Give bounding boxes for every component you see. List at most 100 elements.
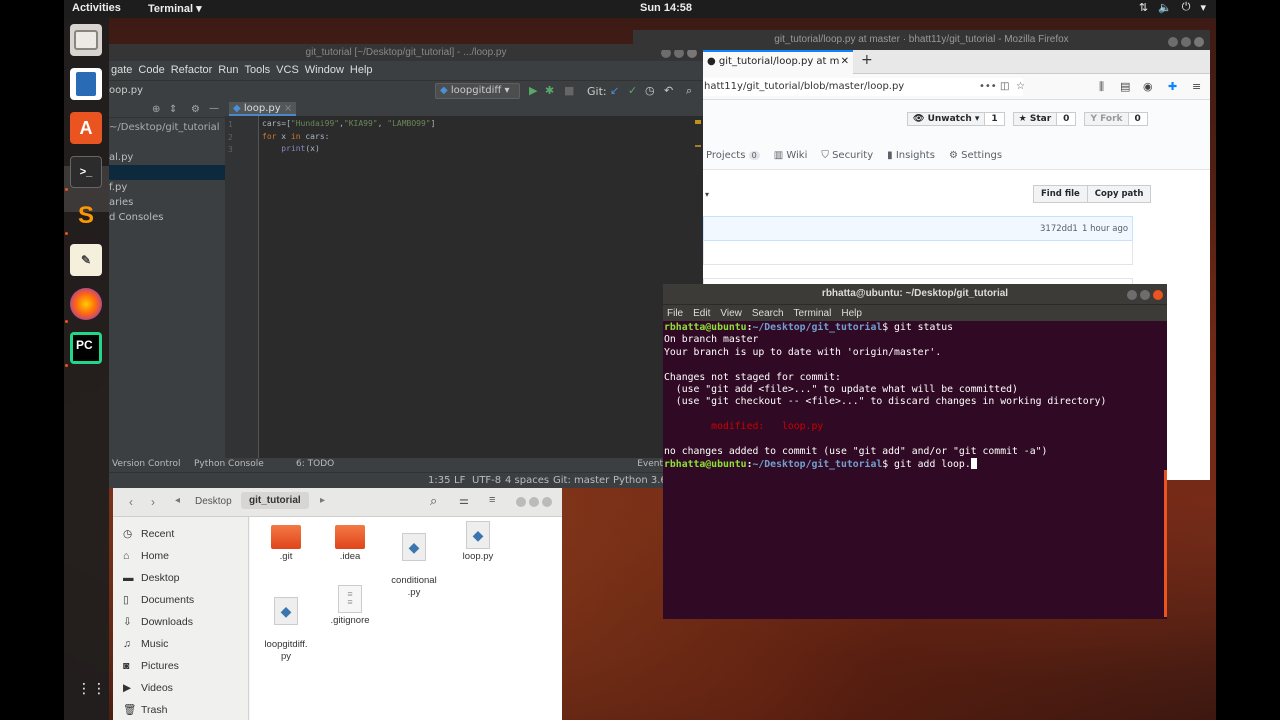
system-tray[interactable]: ⇅ 🔈 ⏻ ▾ bbox=[1139, 1, 1206, 14]
stop-icon[interactable]: ■ bbox=[564, 84, 574, 97]
pycharm-titlebar[interactable]: git_tutorial [~/Desktop/git_tutorial] - … bbox=[109, 44, 703, 61]
code-editor[interactable]: cars=["Hundai99","KIA99", "LAMBO99"] for … bbox=[262, 118, 435, 156]
git-branch[interactable]: Git: master bbox=[553, 475, 609, 486]
clock[interactable]: Sun 14:58 bbox=[640, 2, 692, 14]
menu-icon[interactable]: ≡ bbox=[489, 494, 495, 506]
run-config-select[interactable]: ◆ loopgitdiff ▾ bbox=[435, 83, 520, 99]
sidebar-item-pictures[interactable]: ◙ Pictures bbox=[113, 655, 248, 677]
python-interpreter[interactable]: Python 3.6 bbox=[613, 475, 667, 486]
menu-window[interactable]: Window bbox=[305, 61, 344, 80]
libreoffice-writer-icon[interactable] bbox=[70, 68, 102, 100]
close-button[interactable] bbox=[1194, 37, 1204, 47]
warning-marker[interactable] bbox=[695, 120, 701, 124]
breadcrumb[interactable]: oop.py bbox=[109, 85, 143, 96]
window-controls[interactable] bbox=[513, 497, 552, 510]
minimize-button[interactable] bbox=[516, 497, 526, 507]
maximize-button[interactable] bbox=[529, 497, 539, 507]
menu-run[interactable]: Run bbox=[218, 61, 238, 80]
firefox-titlebar[interactable]: git_tutorial/loop.py at master · bhatt11… bbox=[633, 30, 1210, 50]
caret-position[interactable]: 1:35 bbox=[428, 475, 450, 486]
tab-python-console[interactable]: Python Console bbox=[194, 459, 264, 469]
revert-icon[interactable]: ↶ bbox=[664, 84, 673, 97]
watch-button[interactable]: 👁 Unwatch ▾ bbox=[907, 112, 986, 126]
sidebar-icon[interactable]: ▤ bbox=[1120, 80, 1130, 93]
menu-view[interactable]: View bbox=[720, 305, 742, 321]
account-icon[interactable]: ◉ bbox=[1143, 80, 1153, 93]
git-commit-icon[interactable]: ✓ bbox=[628, 84, 637, 97]
text-editor-icon[interactable]: ✎ bbox=[70, 244, 102, 276]
app-menu[interactable]: Terminal ▾ bbox=[148, 2, 202, 15]
terminal-icon[interactable]: >_ bbox=[70, 156, 102, 188]
pocket-icon[interactable]: ◫ bbox=[1000, 78, 1009, 96]
back-icon[interactable]: ‹ bbox=[129, 495, 133, 509]
browser-tab[interactable]: ● git_tutorial/loop.py at m ✕ bbox=[703, 50, 853, 74]
page-actions-icon[interactable]: ••• bbox=[979, 78, 997, 96]
menu-tools[interactable]: Tools bbox=[244, 61, 270, 80]
forward-icon[interactable]: › bbox=[151, 495, 155, 509]
sidebar-item-desktop[interactable]: ▬ Desktop bbox=[113, 567, 248, 589]
menu-edit[interactable]: Edit bbox=[693, 305, 710, 321]
menu-search[interactable]: Search bbox=[752, 305, 784, 321]
locate-icon[interactable]: ⊕ bbox=[152, 104, 160, 115]
debug-icon[interactable]: ✱ bbox=[545, 84, 554, 97]
find-file-button[interactable]: Find file bbox=[1033, 185, 1088, 203]
tab-todo[interactable]: 6: TODO bbox=[296, 459, 334, 469]
terminal-titlebar[interactable]: rbhatta@ubuntu: ~/Desktop/git_tutorial bbox=[663, 284, 1167, 304]
sidebar-item-documents[interactable]: ▯ Documents bbox=[113, 589, 248, 611]
project-item[interactable]: aries bbox=[109, 195, 225, 210]
files-icon[interactable] bbox=[70, 24, 102, 56]
collapse-icon[interactable]: ⇕ bbox=[169, 104, 177, 115]
history-icon[interactable]: ◷ bbox=[645, 84, 655, 97]
software-center-icon[interactable]: A bbox=[70, 112, 102, 144]
file-item[interactable]: ◆ loopgitdiff. py bbox=[254, 585, 318, 675]
line-separator[interactable]: LF bbox=[454, 475, 465, 486]
sidebar-item-videos[interactable]: ▶ Videos bbox=[113, 677, 248, 699]
terminal-screen[interactable]: rbhatta@ubuntu:~/Desktop/git_tutorial$ g… bbox=[664, 322, 1164, 617]
star-count[interactable]: 0 bbox=[1057, 112, 1077, 126]
tab-insights[interactable]: ▮ Insights bbox=[887, 150, 935, 161]
menu-help[interactable]: Help bbox=[841, 305, 862, 321]
sidebar-item-music[interactable]: ♫ Music bbox=[113, 633, 248, 655]
file-item[interactable]: .idea bbox=[318, 521, 382, 562]
file-item[interactable]: ≡ ≡ .gitignore bbox=[318, 585, 382, 626]
menu-terminal[interactable]: Terminal bbox=[794, 305, 832, 321]
chevron-right-icon[interactable]: ▸ bbox=[320, 495, 325, 506]
tab-wiki[interactable]: ▥ Wiki bbox=[774, 150, 808, 161]
minimize-button[interactable] bbox=[1127, 290, 1137, 300]
sidebar-item-recent[interactable]: ◷ Recent bbox=[113, 523, 248, 545]
path-current[interactable]: git_tutorial bbox=[241, 492, 309, 509]
menu-vcs[interactable]: VCS bbox=[276, 61, 299, 80]
firefox-icon[interactable] bbox=[70, 288, 102, 320]
tab-settings[interactable]: ⚙ Settings bbox=[949, 150, 1002, 161]
file-item[interactable]: .git bbox=[254, 521, 318, 562]
watch-count[interactable]: 1 bbox=[985, 112, 1005, 126]
menu-navigate[interactable]: gate bbox=[111, 61, 132, 80]
run-icon[interactable]: ▶ bbox=[529, 84, 537, 97]
pycharm-icon[interactable]: PC bbox=[70, 332, 102, 364]
chevron-down-icon[interactable]: ▾ bbox=[705, 190, 709, 199]
new-tab-button[interactable]: + bbox=[861, 52, 873, 68]
project-item[interactable]: al.py bbox=[109, 150, 225, 165]
minimize-button[interactable] bbox=[1168, 37, 1178, 47]
change-marker[interactable] bbox=[695, 145, 701, 147]
bookmark-star-icon[interactable]: ☆ bbox=[1016, 78, 1025, 96]
search-icon[interactable]: ⌕ bbox=[686, 84, 692, 98]
project-item-selected[interactable] bbox=[109, 165, 225, 180]
maximize-button[interactable] bbox=[1181, 37, 1191, 47]
file-item[interactable]: ◆ conditional .py bbox=[382, 521, 446, 611]
close-icon[interactable]: × bbox=[284, 103, 292, 114]
library-icon[interactable]: ⫼ bbox=[1099, 80, 1104, 94]
menu-icon[interactable]: ≡ bbox=[1192, 80, 1201, 93]
fork-button[interactable]: Y Fork bbox=[1084, 112, 1129, 126]
tab-event-log[interactable]: Event bbox=[637, 459, 663, 469]
fork-count[interactable]: 0 bbox=[1128, 112, 1148, 126]
menu-file[interactable]: File bbox=[667, 305, 683, 321]
copy-path-button[interactable]: Copy path bbox=[1087, 185, 1152, 203]
chevron-left-icon[interactable]: ◂ bbox=[175, 495, 180, 506]
view-options-icon[interactable]: ⚌ bbox=[459, 494, 469, 507]
sidebar-item-trash[interactable]: 🗑 Trash bbox=[113, 699, 248, 720]
tab-security[interactable]: ⛉ Security bbox=[821, 150, 873, 161]
sublime-text-icon[interactable]: S bbox=[70, 200, 102, 232]
file-item[interactable]: ◆ loop.py bbox=[446, 521, 510, 562]
tab-projects[interactable]: Projects 0 bbox=[706, 150, 760, 161]
